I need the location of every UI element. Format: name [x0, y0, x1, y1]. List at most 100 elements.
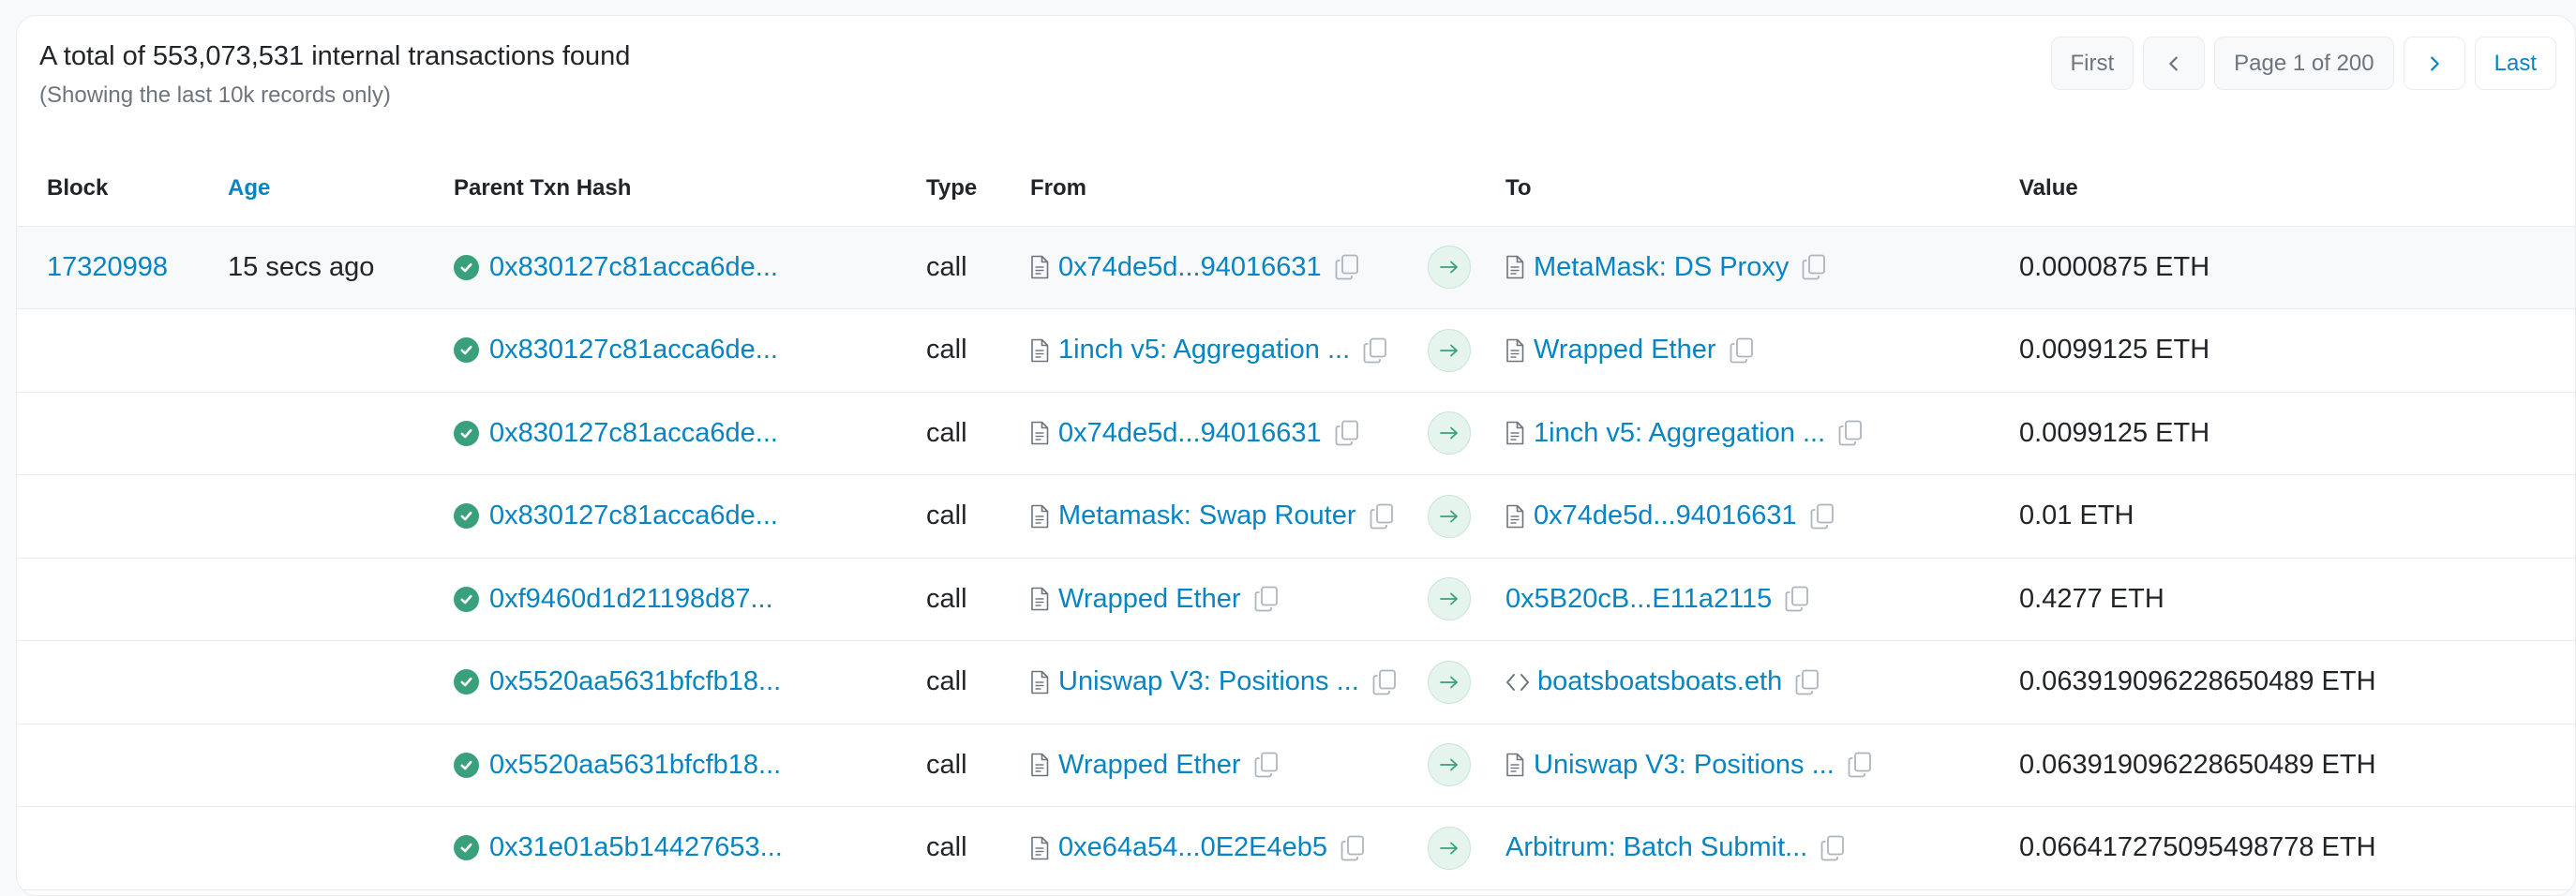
previous-page-button[interactable]: [2143, 37, 2206, 90]
table-row: 0x830127c81acca6de... call 1inch v5: Agg…: [17, 308, 2575, 393]
from-cell: Wrapped Ether: [1030, 558, 1428, 641]
to-address-link[interactable]: MetaMask: DS Proxy: [1534, 252, 1789, 283]
from-address-link[interactable]: 1inch v5: Aggregation ...: [1058, 335, 1350, 366]
last-page-button[interactable]: Last: [2474, 37, 2556, 90]
copy-icon[interactable]: [1802, 254, 1826, 280]
to-address-link[interactable]: Arbitrum: Batch Submit...: [1505, 832, 1807, 863]
parent-txn-hash-link[interactable]: 0x830127c81acca6de...: [489, 500, 778, 531]
direction-arrow: [1428, 826, 1471, 870]
age-cell: [228, 558, 454, 641]
parent-hash-cell: 0x830127c81acca6de...: [454, 474, 926, 559]
column-header-to: To: [1505, 151, 2019, 227]
success-status-icon: [454, 669, 479, 695]
copy-icon[interactable]: [1848, 752, 1872, 778]
from-address-link[interactable]: 0xe64a54...0E2E4eb5: [1058, 832, 1327, 863]
copy-icon[interactable]: [1254, 752, 1279, 778]
from-address-link[interactable]: Metamask: Swap Router: [1058, 500, 1356, 531]
value-cell: 0.063919096228650489 ETH: [2019, 640, 2575, 724]
to-address-link[interactable]: 0x74de5d...94016631: [1534, 500, 1797, 531]
column-header-from: From: [1030, 151, 1428, 227]
copy-icon[interactable]: [1795, 669, 1820, 695]
age-cell: [228, 474, 454, 559]
column-header-age[interactable]: Age: [228, 151, 454, 227]
copy-icon[interactable]: [1785, 586, 1809, 612]
copy-icon[interactable]: [1335, 420, 1359, 446]
next-page-button[interactable]: [2403, 37, 2465, 90]
parent-hash-cell: 0x830127c81acca6de...: [454, 308, 926, 393]
type-cell: call: [926, 806, 1030, 890]
block-cell: [17, 724, 228, 807]
copy-icon[interactable]: [1340, 835, 1365, 861]
parent-txn-hash-link[interactable]: 0x31e01a5b14427653...: [489, 832, 783, 863]
arrow-right-icon: [1440, 758, 1458, 771]
to-address-link[interactable]: boatsboatsboats.eth: [1537, 666, 1782, 697]
document-icon: [1506, 421, 1524, 445]
from-cell: Metamask: Swap Router: [1030, 474, 1428, 559]
from-address-link[interactable]: 0x74de5d...94016631: [1058, 252, 1322, 283]
internal-transactions-card: A total of 553,073,531 internal transact…: [16, 15, 2576, 896]
table-row: 17320998 15 secs ago 0x830127c81acca6de.…: [17, 226, 2575, 309]
parent-txn-hash-link[interactable]: 0x830127c81acca6de...: [489, 418, 778, 449]
copy-icon[interactable]: [1370, 503, 1394, 530]
check-icon: [460, 346, 472, 355]
document-icon: [1031, 338, 1049, 363]
document-icon: [1031, 587, 1049, 611]
from-address-link[interactable]: Uniswap V3: Positions ...: [1058, 666, 1359, 697]
from-address-link[interactable]: 0x74de5d...94016631: [1058, 418, 1322, 449]
copy-icon[interactable]: [1335, 254, 1359, 280]
success-status-icon: [454, 586, 479, 612]
copy-icon[interactable]: [1820, 835, 1845, 861]
to-address-link[interactable]: Uniswap V3: Positions ...: [1534, 750, 1835, 781]
pagination: First Page 1 of 200 Last: [2050, 37, 2556, 90]
success-status-icon: [454, 254, 479, 280]
copy-icon[interactable]: [1810, 503, 1835, 530]
parent-txn-hash-link[interactable]: 0x5520aa5631bfcfb18...: [489, 666, 781, 697]
direction-cell: [1428, 640, 1505, 724]
direction-arrow: [1428, 577, 1471, 621]
age-cell: [228, 724, 454, 807]
parent-txn-hash-link[interactable]: 0x830127c81acca6de...: [489, 335, 778, 366]
check-icon: [460, 594, 472, 605]
direction-cell: [1428, 724, 1505, 807]
parent-txn-hash-link[interactable]: 0x830127c81acca6de...: [489, 252, 778, 283]
type-cell: call: [926, 392, 1030, 475]
from-address-link[interactable]: Wrapped Ether: [1058, 750, 1241, 781]
direction-arrow: [1428, 328, 1471, 372]
document-icon: [1031, 670, 1049, 694]
block-cell: 17320998: [17, 226, 228, 309]
chevron-left-icon: [2169, 55, 2179, 71]
block-number-link[interactable]: 17320998: [47, 252, 168, 282]
arrow-right-icon: [1440, 344, 1458, 357]
first-page-button[interactable]: First: [2050, 37, 2134, 90]
success-status-icon: [454, 420, 479, 446]
to-address-link[interactable]: 1inch v5: Aggregation ...: [1534, 418, 1825, 449]
from-address-link[interactable]: Wrapped Ether: [1058, 584, 1241, 615]
check-icon: [460, 844, 472, 853]
copy-icon[interactable]: [1363, 337, 1387, 364]
parent-hash-cell: 0x830127c81acca6de...: [454, 392, 926, 475]
age-cell: [228, 392, 454, 475]
document-icon: [1031, 836, 1049, 860]
table-row: 0xf9460d1d21198d87... call Wrapped Ether…: [17, 558, 2575, 641]
arrow-right-icon: [1440, 592, 1458, 605]
parent-txn-hash-link[interactable]: 0xf9460d1d21198d87...: [489, 584, 773, 615]
arrow-right-icon: [1440, 510, 1458, 523]
from-cell: 1inch v5: Aggregation ...: [1030, 308, 1428, 393]
column-header-parent-txn-hash: Parent Txn Hash: [454, 151, 926, 227]
to-address-link[interactable]: Wrapped Ether: [1534, 335, 1716, 366]
copy-icon[interactable]: [1254, 586, 1279, 612]
copy-icon[interactable]: [1838, 420, 1863, 446]
copy-icon[interactable]: [1372, 669, 1397, 695]
direction-arrow: [1428, 411, 1471, 455]
type-cell: call: [926, 640, 1030, 724]
parent-hash-cell: 0x31e01a5b14427653...: [454, 806, 926, 890]
direction-cell: [1428, 558, 1505, 641]
type-cell: call: [926, 226, 1030, 309]
type-cell: call: [926, 724, 1030, 807]
parent-txn-hash-link[interactable]: 0x5520aa5631bfcfb18...: [489, 750, 781, 781]
to-cell: 0x5B20cB...E11a2115: [1505, 558, 2019, 641]
to-address-link[interactable]: 0x5B20cB...E11a2115: [1505, 584, 1772, 615]
block-cell: [17, 392, 228, 475]
copy-icon[interactable]: [1730, 337, 1754, 364]
table-row: 0x5520aa5631bfcfb18... call Wrapped Ethe…: [17, 724, 2575, 807]
